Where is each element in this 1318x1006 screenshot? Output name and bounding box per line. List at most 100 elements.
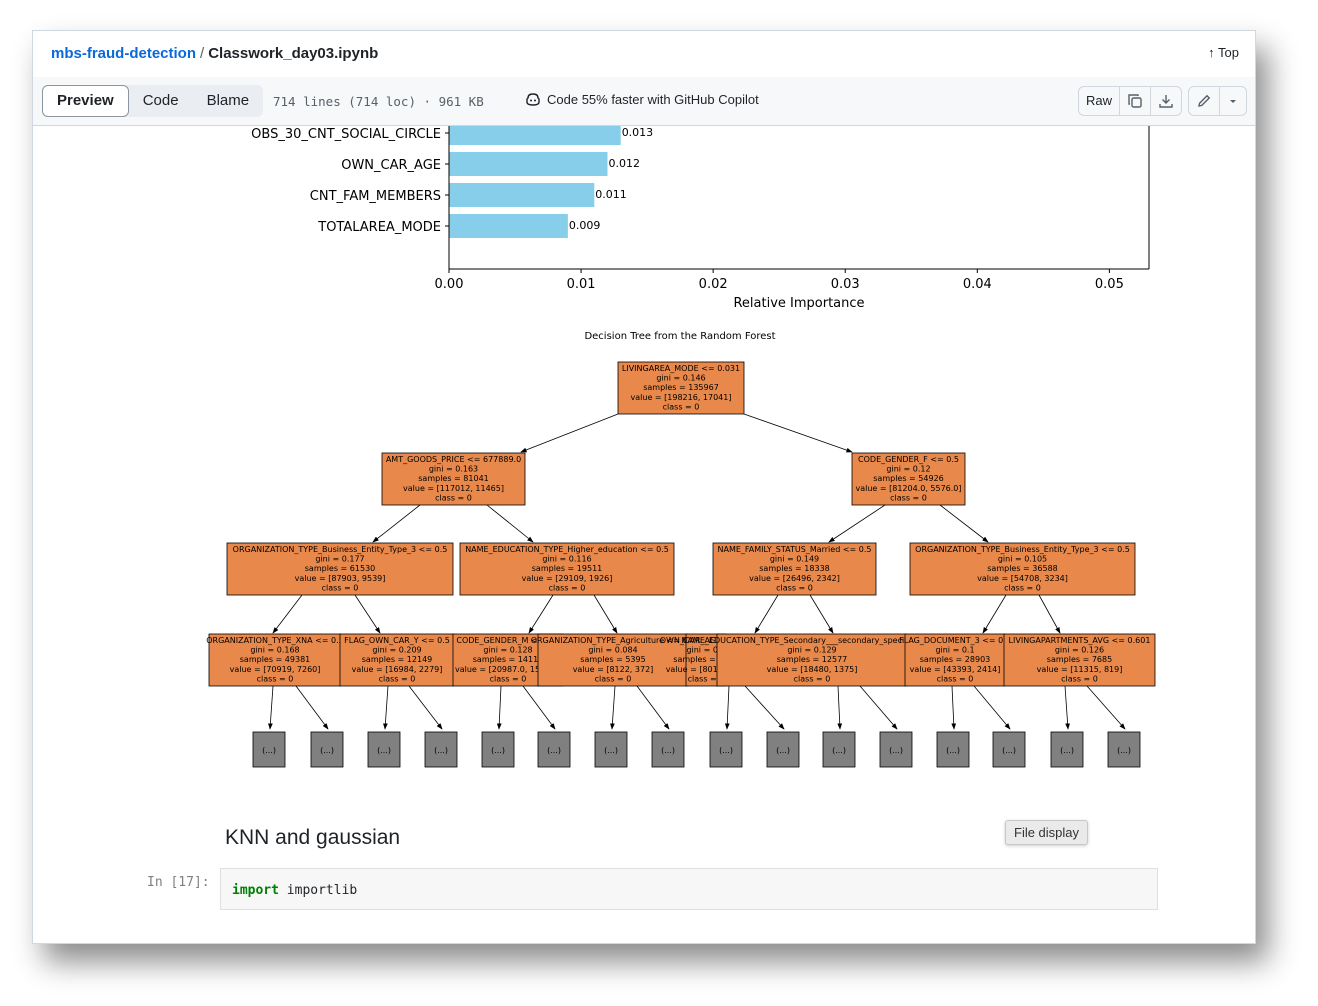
tree-node-text: class = 0 <box>890 493 927 502</box>
tree-edge <box>1086 685 1126 730</box>
top-button[interactable]: ↑ Top <box>1208 45 1239 60</box>
tree-node-text: samples = 28903 <box>920 655 991 664</box>
tree-node-text: samples = 18338 <box>759 564 830 573</box>
tree-node-text: value = [198216, 17041] <box>631 393 732 402</box>
tree-node-text: FLAG_OWN_CAR_Y <= 0.5 <box>344 636 450 645</box>
repo-link[interactable]: mbs-fraud-detection <box>51 45 196 62</box>
tree-node-level2: ORGANIZATION_TYPE_Business_Entity_Type_3… <box>909 542 1136 596</box>
raw-button[interactable]: Raw <box>1079 87 1119 115</box>
tree-leaf-truncated: (...) <box>481 731 515 768</box>
tree-node-text: class = 0 <box>1004 583 1041 592</box>
tree-node-text: LIVINGAPARTMENTS_AVG <= 0.601 <box>1009 636 1151 645</box>
tree-node-text: value = [16984, 2279] <box>352 665 443 674</box>
tree-leaf-truncated: (...) <box>766 731 800 768</box>
tree-node-text: samples = 54926 <box>873 474 944 483</box>
tree-edge <box>837 685 843 730</box>
raw-actions-group: Raw <box>1077 86 1182 116</box>
decision-tree-plot: Decision Tree from the Random Forest LIV… <box>206 331 1156 768</box>
tree-leaf-text: (...) <box>1117 746 1131 755</box>
edit-button[interactable] <box>1189 87 1219 115</box>
tab-blame[interactable]: Blame <box>193 85 264 117</box>
tree-node-text: class = 0 <box>257 674 294 683</box>
bar-value-label: 0.009 <box>569 219 601 232</box>
tree-node-text: ORGANIZATION_TYPE_Business_Entity_Type_3… <box>915 545 1130 554</box>
tree-leaf-text: (...) <box>661 746 675 755</box>
tree-leaf-text: (...) <box>604 746 618 755</box>
tree-node-text: gini = 0.126 <box>1055 646 1104 655</box>
tree-node-level2: NAME_EDUCATION_TYPE_Higher_education <= … <box>459 542 675 596</box>
tab-code[interactable]: Code <box>129 85 193 117</box>
tree-node-text: samples = 36588 <box>987 564 1058 573</box>
tree-node-text: class = 0 <box>435 493 472 502</box>
bar-value-label: 0.012 <box>608 157 640 170</box>
bar-value-label: 0.011 <box>595 188 627 201</box>
tab-preview[interactable]: Preview <box>42 85 129 117</box>
tree-node-text: gini = 0.1 <box>935 646 974 655</box>
tree-node-text: gini = 0.128 <box>483 646 532 655</box>
tree-edge <box>486 504 534 543</box>
tree-edge <box>382 685 389 730</box>
x-tick-label: 0.02 <box>699 277 728 292</box>
view-mode-switch: Preview Code Blame <box>42 85 264 117</box>
y-tick-label: OWN_CAR_AGE <box>341 158 441 173</box>
tree-node-text: NAME_EDUCATION_TYPE_Higher_education <= … <box>465 545 669 554</box>
tree-leaf-text: (...) <box>832 746 846 755</box>
tree-edge <box>828 504 886 543</box>
x-tick-label: 0.00 <box>435 277 464 292</box>
x-tick-label: 0.05 <box>1095 277 1124 292</box>
tree-node-text: ORGANIZATION_TYPE_XNA <= 0.5 <box>206 636 344 645</box>
tree-leaf-text: (...) <box>719 746 733 755</box>
copilot-label: Code 55% faster with GitHub Copilot <box>547 92 759 107</box>
tree-edge <box>1064 685 1071 730</box>
tree-leaf-text: (...) <box>320 746 334 755</box>
copy-button[interactable] <box>1119 87 1150 115</box>
code-keyword: import <box>232 883 279 898</box>
feature-importance-chart: 0.013 OBS_30_CNT_SOCIAL_CIRCLE 0.012 OWN_CA… <box>251 126 1150 311</box>
code-text: importlib <box>278 883 358 898</box>
edit-actions-group <box>1188 86 1247 116</box>
tree-root-node: LIVINGAREA_MODE <= 0.031gini = 0.146samp… <box>617 361 745 415</box>
tree-edge <box>272 594 303 634</box>
y-tick-label: TOTALAREA_MODE <box>317 220 441 235</box>
tree-edge <box>951 685 957 730</box>
tree-node-text: gini = 0.177 <box>315 555 364 564</box>
tree-leaf-text: (...) <box>946 746 960 755</box>
tree-leaf-truncated: (...) <box>709 731 743 768</box>
download-icon <box>1159 95 1173 108</box>
tree-leaf-truncated: (...) <box>1050 731 1084 768</box>
file-header: mbs-fraud-detection / Classwork_day03.ipyn… <box>33 31 1255 78</box>
tree-leaf-truncated: (...) <box>537 731 571 768</box>
top-label: Top <box>1218 45 1239 60</box>
tree-leaf-text: (...) <box>434 746 448 755</box>
edit-dropdown-button[interactable] <box>1219 87 1246 115</box>
tree-edge <box>743 413 853 453</box>
x-tick-label: 0.03 <box>831 277 860 292</box>
x-tick-label: 0.04 <box>963 277 992 292</box>
section-heading: KNN and gaussian <box>225 826 401 849</box>
tree-node-text: value = [117012, 11465] <box>403 484 504 493</box>
copilot-promo[interactable]: Code 55% faster with GitHub Copilot <box>525 92 759 107</box>
tree-leaf-truncated: (...) <box>992 731 1026 768</box>
tree-edge <box>408 685 443 730</box>
download-button[interactable] <box>1150 87 1181 115</box>
x-tick-label: 0.01 <box>567 277 596 292</box>
tree-node-text: gini = 0.149 <box>770 555 819 564</box>
tree-node-text: gini = 0.163 <box>429 465 478 474</box>
tree-leaf-text: (...) <box>491 746 505 755</box>
tree-edge <box>354 594 381 634</box>
tree-node-text: class = 0 <box>595 674 632 683</box>
tree-leaf-text: (...) <box>547 746 561 755</box>
file-toolbar: Preview Code Blame 714 lines (714 loc) ·… <box>33 77 1255 126</box>
tree-node-text: class = 0 <box>776 583 813 592</box>
tree-leaf-text: (...) <box>776 746 790 755</box>
tree-node-text: gini = 0.209 <box>372 646 421 655</box>
code-cell[interactable]: import importlib <box>220 868 1158 910</box>
tree-node-text: gini = 0.084 <box>588 646 637 655</box>
tree-node-text: samples = 61530 <box>305 564 376 573</box>
tree-leaf-truncated: (...) <box>1107 731 1141 768</box>
tree-node-text: samples = 19511 <box>532 564 603 573</box>
tree-leaf-text: (...) <box>262 746 276 755</box>
chevron-down-icon <box>1230 100 1236 103</box>
tree-edge <box>724 685 730 730</box>
tree-node-level3: LIVINGAPARTMENTS_AVG <= 0.601gini = 0.12… <box>1003 633 1156 687</box>
